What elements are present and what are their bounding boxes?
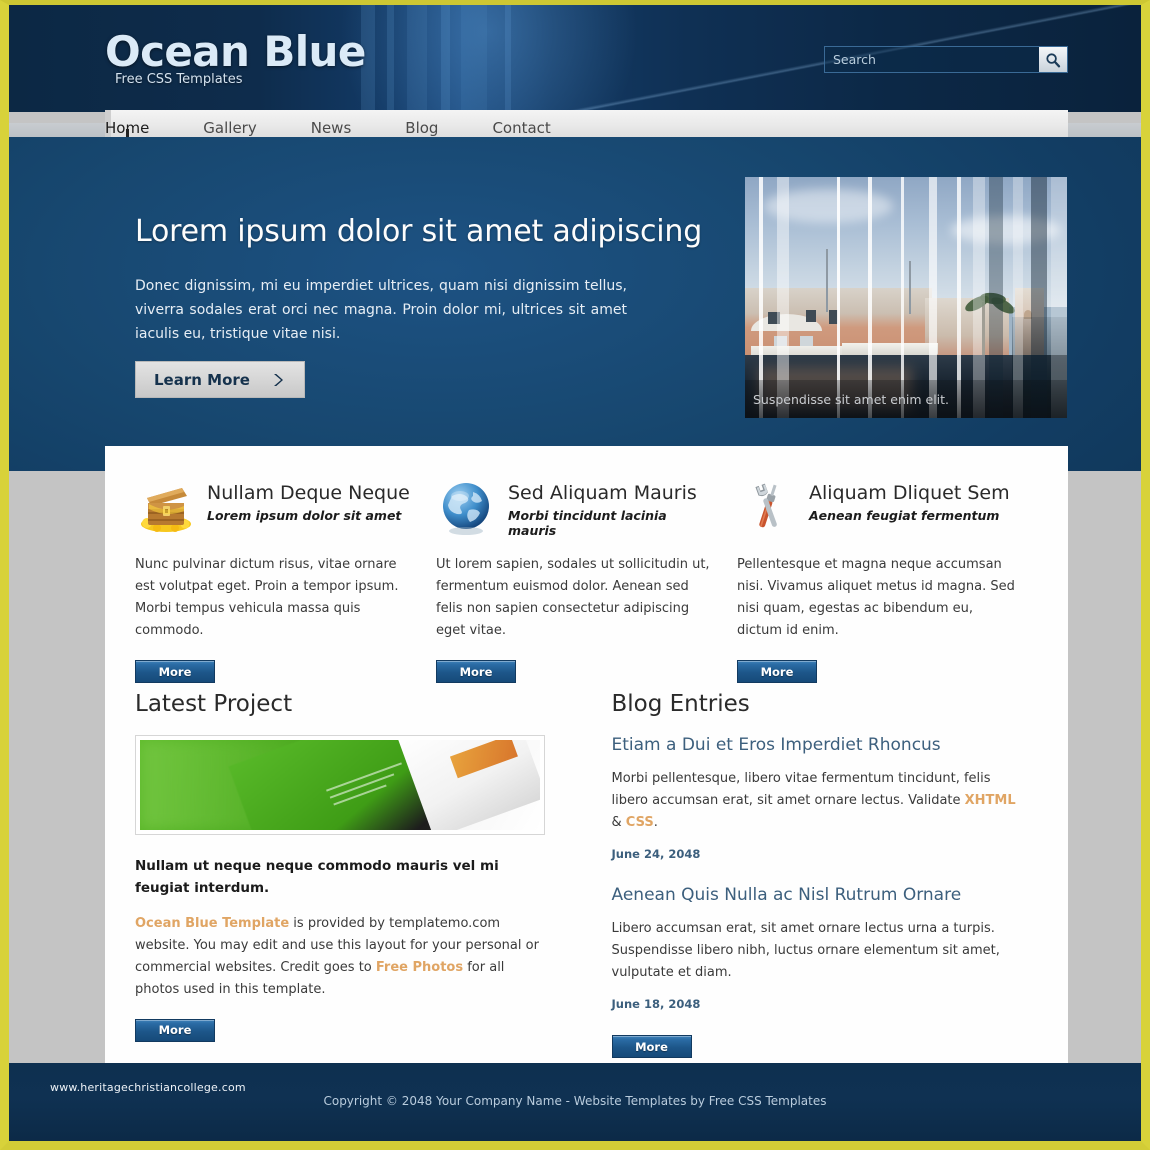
blog-entry-title[interactable]: Aenean Quis Nulla ac Nisl Rutrum Ornare [612, 885, 1039, 905]
blog-entry-body: Morbi pellentesque, libero vitae ferment… [612, 768, 1030, 834]
feature-subtitle: Morbi tincidunt lacinia mauris [508, 508, 667, 538]
watermark-text: www.heritagechristiancollege.com [50, 1081, 246, 1094]
blog-entries-title: Blog Entries [611, 691, 750, 717]
feature-header: Nullam Deque Neque Lorem ipsum dolor sit… [135, 476, 418, 538]
search-input[interactable] [825, 47, 1039, 72]
nav-left-strip [9, 123, 106, 137]
feature-subtitle: Aenean feugiat fermentum [809, 508, 1000, 523]
nav-right-strip [1068, 123, 1141, 137]
feature-more-button[interactable]: More [737, 660, 817, 683]
chevron-right-icon [274, 373, 283, 386]
hero-title: Lorem ipsum dolor sit amet adipiscing [135, 214, 703, 250]
feature-card: Sed Aliquam Mauris Morbi tincidunt lacin… [436, 476, 737, 683]
hero-image-caption: Suspendisse sit amet enim elit. [745, 380, 1067, 418]
learn-more-button[interactable]: Learn More [135, 361, 305, 398]
ocean-blue-template-link[interactable]: Ocean Blue Template [135, 916, 289, 931]
blog-entry-body: Libero accumsan erat, sit amet ornare le… [611, 921, 1000, 980]
hero-description: Donec dignissim, mi eu imperdiet ultrice… [135, 278, 627, 342]
treasure-chest-icon [141, 488, 191, 532]
project-more-button[interactable]: More [135, 1018, 215, 1042]
blog-more-button[interactable]: More [611, 1035, 692, 1058]
globe-icon [443, 483, 489, 535]
nav-label: Contact [492, 119, 551, 137]
blog-body-text: Morbi pellentesque, libero vitae ferment… [611, 771, 991, 808]
blog-entries-column: Blog Entries Etiam a Dui et Eros Imperdi… [587, 691, 1039, 1058]
feature-columns: Nullam Deque Neque Lorem ipsum dolor sit… [105, 446, 1068, 683]
project-thumbnail[interactable] [135, 735, 545, 835]
blog-entry-date: June 18, 2048 [611, 997, 701, 1011]
feature-titles: Aliquam Dliquet Sem Aenean feugiat ferme… [809, 476, 1010, 523]
blog-body-text: & [611, 815, 626, 830]
feature-titles: Nullam Deque Neque Lorem ipsum dolor sit… [207, 476, 410, 523]
feature-card: Aliquam Dliquet Sem Aenean feugiat ferme… [737, 476, 1038, 683]
nav-item-news[interactable]: News [311, 110, 352, 137]
xhtml-link[interactable]: XHTML [965, 793, 1016, 808]
nav-item-contact[interactable]: Contact [492, 110, 550, 137]
latest-project-column: Latest Project Nullam ut neque neque com… [135, 691, 587, 1058]
nav-label: Gallery [203, 119, 257, 137]
css-link[interactable]: CSS [626, 815, 654, 830]
search-bar [824, 46, 1068, 73]
blog-body-text: . [653, 815, 658, 830]
feature-titles: Sed Aliquam Mauris Morbi tincidunt lacin… [508, 476, 719, 538]
project-headline: Nullam ut neque neque commodo mauris vel… [135, 858, 499, 896]
blog-entry-date: June 24, 2048 [611, 847, 701, 861]
feature-more-button[interactable]: More [436, 660, 516, 683]
nav-item-home[interactable]: Home [105, 110, 149, 142]
feature-header: Aliquam Dliquet Sem Aenean feugiat ferme… [737, 476, 1020, 538]
project-body: Ocean Blue Template is provided by templ… [135, 913, 545, 1001]
site-header: Ocean Blue Free CSS Templates [9, 5, 1141, 112]
feature-header: Sed Aliquam Mauris Morbi tincidunt lacin… [436, 476, 719, 538]
content-panel: Nullam Deque Neque Lorem ipsum dolor sit… [105, 446, 1068, 1088]
blog-entry: Etiam a Dui et Eros Imperdiet Rhoncus Mo… [612, 735, 1039, 861]
page-frame: Ocean Blue Free CSS Templates Home Galle… [0, 0, 1150, 1150]
search-button[interactable] [1039, 47, 1067, 72]
free-photos-link[interactable]: Free Photos [376, 960, 463, 975]
feature-title: Sed Aliquam Mauris [508, 482, 697, 504]
nav-item-blog[interactable]: Blog [405, 110, 438, 137]
nav-label: Blog [405, 119, 439, 137]
feature-title: Aliquam Dliquet Sem [809, 482, 1010, 504]
project-image [140, 740, 540, 830]
feature-body: Ut lorem sapien, sodales ut sollicitudin… [436, 557, 710, 638]
feature-body: Nunc pulvinar dictum risus, vitae ornare… [135, 557, 399, 638]
learn-more-label: Learn More [154, 370, 250, 389]
site-title: Ocean Blue [105, 27, 366, 76]
site-slogan: Free CSS Templates [115, 72, 243, 87]
search-icon [1046, 52, 1061, 67]
feature-body: Pellentesque et magna neque accumsan nis… [737, 557, 1015, 638]
latest-project-title: Latest Project [135, 691, 293, 717]
blog-entry: Aenean Quis Nulla ac Nisl Rutrum Ornare … [612, 885, 1039, 1011]
blog-entry-title[interactable]: Etiam a Dui et Eros Imperdiet Rhoncus [612, 735, 1039, 755]
nav-label: News [310, 119, 352, 137]
lower-columns: Latest Project Nullam ut neque neque com… [105, 691, 1068, 1058]
feature-subtitle: Lorem ipsum dolor sit amet [207, 508, 402, 523]
nav-item-gallery[interactable]: Gallery [203, 110, 256, 137]
site-footer: Copyright © 2048 Your Company Name - Web… [9, 1063, 1141, 1141]
feature-title: Nullam Deque Neque [207, 482, 410, 504]
hero-image[interactable]: Suspendisse sit amet enim elit. [745, 177, 1067, 418]
feature-card: Nullam Deque Neque Lorem ipsum dolor sit… [135, 476, 436, 683]
feature-more-button[interactable]: More [135, 660, 215, 683]
tools-icon [755, 483, 777, 528]
copyright-text: Copyright © 2048 Your Company Name - Web… [323, 1094, 827, 1108]
